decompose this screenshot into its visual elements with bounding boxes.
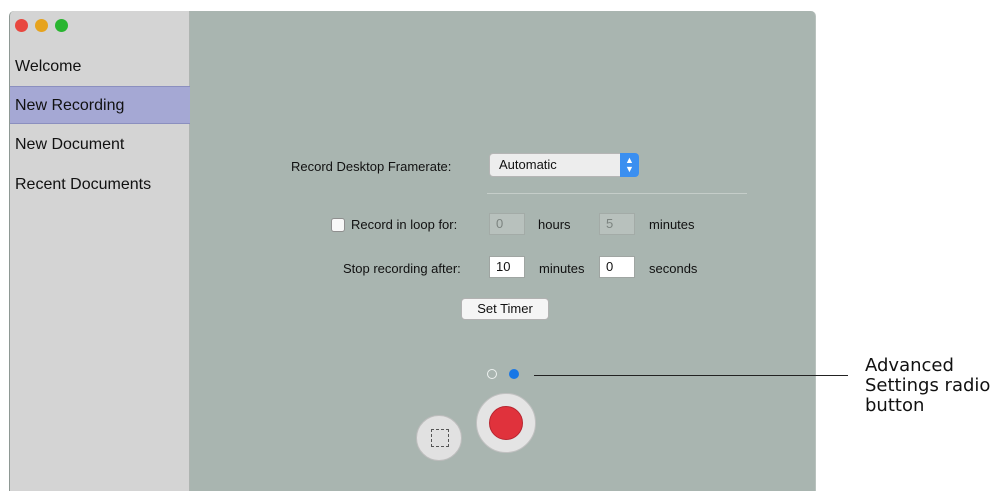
loop-hours-field[interactable]: 0 bbox=[489, 213, 525, 235]
stop-minutes-field[interactable]: 10 bbox=[489, 256, 525, 278]
area-select-button[interactable] bbox=[416, 415, 462, 461]
sidebar-item-new-document[interactable]: New Document bbox=[10, 126, 190, 164]
record-in-loop-checkbox[interactable] bbox=[331, 218, 345, 232]
stop-minutes-label: minutes bbox=[539, 261, 585, 276]
minimize-window-button[interactable] bbox=[35, 19, 48, 32]
framerate-value: Automatic bbox=[499, 157, 557, 172]
divider bbox=[487, 193, 747, 194]
dashed-square-icon bbox=[431, 429, 449, 447]
callout-line-2: Settings radio bbox=[865, 375, 991, 396]
stop-recording-label: Stop recording after: bbox=[343, 261, 461, 276]
advanced-settings-radio-button[interactable] bbox=[509, 369, 519, 379]
recording-settings-panel: Record Desktop Framerate: Automatic ▲ ▼ R… bbox=[191, 11, 815, 491]
callout-line-3: button bbox=[865, 395, 925, 416]
framerate-label: Record Desktop Framerate: bbox=[291, 159, 452, 174]
sidebar: Welcome New Recording New Document Recen… bbox=[10, 11, 190, 491]
record-button[interactable] bbox=[476, 393, 536, 453]
set-timer-button[interactable]: Set Timer bbox=[461, 298, 549, 320]
callout-line bbox=[534, 375, 848, 376]
hours-label: hours bbox=[538, 217, 571, 232]
stop-seconds-field[interactable]: 0 bbox=[599, 256, 635, 278]
record-dot-icon bbox=[489, 406, 523, 440]
loop-minutes-label: minutes bbox=[649, 217, 695, 232]
app-window: Welcome New Recording New Document Recen… bbox=[9, 11, 816, 491]
basic-settings-radio-button[interactable] bbox=[487, 369, 497, 379]
framerate-popup[interactable]: Automatic ▲ ▼ bbox=[489, 153, 639, 177]
sidebar-item-new-recording[interactable]: New Recording bbox=[10, 86, 190, 124]
record-in-loop-label: Record in loop for: bbox=[351, 217, 458, 232]
callout-line-1: Advanced bbox=[865, 355, 954, 376]
callout-annotation: Advanced Settings radio button bbox=[865, 356, 990, 416]
chevron-up-down-icon: ▲ ▼ bbox=[620, 153, 639, 177]
seconds-label: seconds bbox=[649, 261, 698, 276]
sidebar-item-welcome[interactable]: Welcome bbox=[10, 48, 190, 86]
close-window-button[interactable] bbox=[15, 19, 28, 32]
traffic-lights bbox=[15, 19, 68, 32]
sidebar-item-recent-documents[interactable]: Recent Documents bbox=[10, 166, 190, 204]
zoom-window-button[interactable] bbox=[55, 19, 68, 32]
loop-minutes-field[interactable]: 5 bbox=[599, 213, 635, 235]
